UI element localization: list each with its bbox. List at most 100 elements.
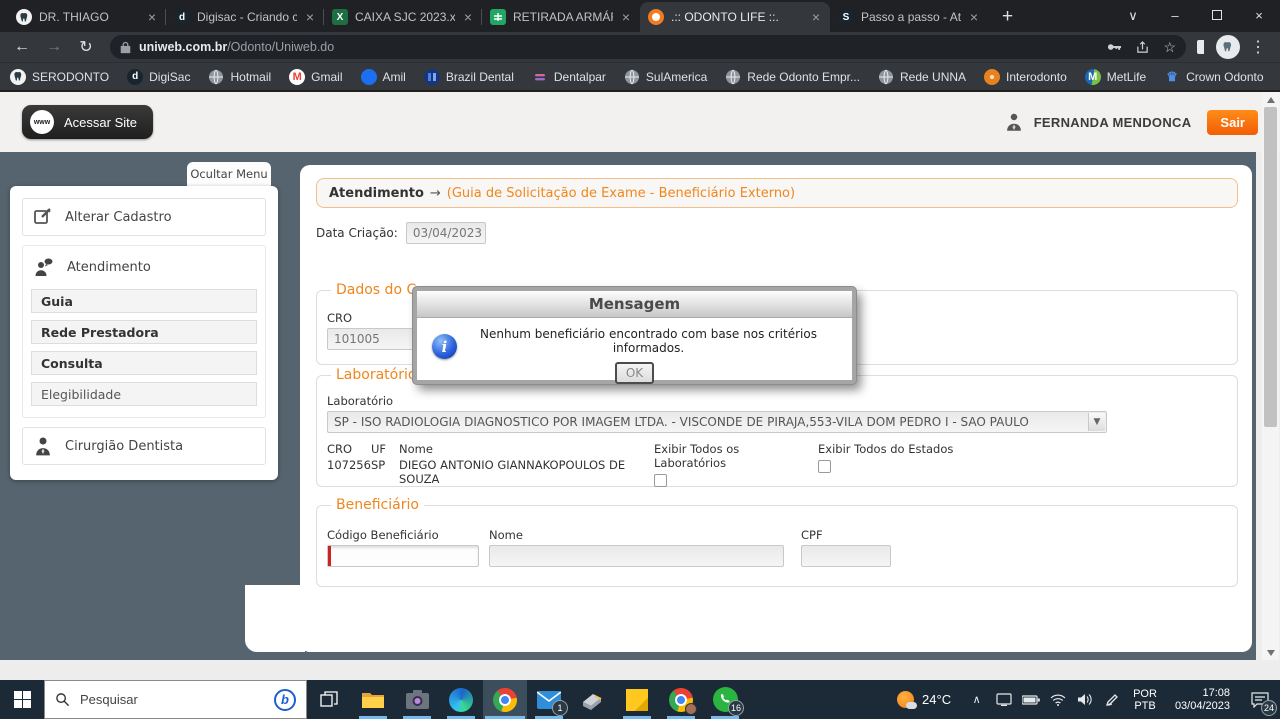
tray-chevron-up-icon[interactable]: ∧	[963, 693, 990, 706]
bookmark-dentalpar[interactable]: Dentalpar	[532, 69, 606, 85]
bookmark-sulamerica[interactable]: SulAmerica	[624, 69, 707, 85]
chevron-down-icon[interactable]: ▼	[1088, 413, 1105, 431]
edit-icon	[33, 207, 53, 227]
sticky-notes-button[interactable]	[615, 680, 659, 719]
edge-button[interactable]	[439, 680, 483, 719]
bookmark-gmail[interactable]: M Gmail	[289, 68, 343, 85]
window-minimize-button[interactable]: –	[1154, 0, 1196, 32]
language-indicator[interactable]: POR PTB	[1125, 688, 1165, 712]
notification-center-button[interactable]: 24	[1240, 680, 1280, 719]
close-icon[interactable]: ×	[462, 9, 474, 25]
nome-input[interactable]	[489, 545, 784, 567]
sidebar-item-label: Atendimento	[67, 259, 151, 275]
battery-icon[interactable]	[1017, 694, 1044, 705]
tooth-favicon-icon	[16, 9, 32, 25]
sidebar-item-label: Cirurgião Dentista	[65, 438, 184, 454]
sidebar-item-cirurgiao-dentista[interactable]: Cirurgião Dentista	[22, 427, 266, 465]
tab-retirada-armario[interactable]: RETIRADA ARMÁRIO - ×	[481, 2, 640, 32]
sair-button[interactable]: Sair	[1207, 109, 1258, 135]
bookmark-rede-unna[interactable]: Rede UNNA	[878, 69, 966, 85]
bookmark-star-icon[interactable]: ☆	[1163, 39, 1176, 56]
task-view-button[interactable]	[307, 680, 351, 719]
forward-button[interactable]: →	[40, 38, 68, 56]
bookmark-amil[interactable]: Amil	[360, 68, 406, 85]
bookmark-hotmail[interactable]: Hotmail	[208, 69, 271, 85]
close-icon[interactable]: ×	[968, 9, 980, 25]
password-key-icon[interactable]	[1107, 42, 1122, 52]
globe-favicon-icon	[208, 69, 224, 85]
cpf-input[interactable]	[801, 545, 891, 567]
scanner-app-button[interactable]	[571, 680, 615, 719]
start-button[interactable]	[0, 680, 44, 719]
share-icon[interactable]	[1136, 40, 1149, 54]
close-icon[interactable]: ×	[146, 9, 158, 25]
codigo-beneficiario-input[interactable]	[327, 545, 479, 567]
back-button[interactable]: ←	[8, 38, 36, 56]
whatsapp-button[interactable]: 16	[703, 680, 747, 719]
bookmark-serodonto[interactable]: SERODONTO	[10, 68, 109, 85]
breadcrumb-arrow-icon: →	[429, 185, 441, 201]
menu-icon[interactable]: ⋮	[1244, 37, 1272, 57]
site-header: www Acessar Site FERNANDA MENDONCA Sair	[0, 92, 1280, 152]
digisac-favicon-icon: d	[174, 9, 190, 25]
bing-icon[interactable]: b	[274, 688, 296, 711]
dialog-title[interactable]: Mensagem	[417, 291, 852, 318]
bookmark-rede-odonto[interactable]: Rede Odonto Empr...	[725, 69, 860, 85]
chrome-profile-button[interactable]	[659, 680, 703, 719]
sidebar-item-elegibilidade[interactable]: Elegibilidade	[31, 382, 257, 406]
sidebar-item-guia[interactable]: Guia	[31, 289, 257, 313]
globe-favicon-icon	[624, 69, 640, 85]
content-panel-corner	[245, 585, 305, 652]
weather-widget[interactable]: 24°C	[885, 691, 963, 709]
file-explorer-button[interactable]	[351, 680, 395, 719]
mail-button[interactable]: 1	[527, 680, 571, 719]
ocultar-menu-tab[interactable]: Ocultar Menu	[187, 162, 271, 186]
close-icon[interactable]: ×	[620, 9, 632, 25]
tab-digisac[interactable]: d Digisac - Criando cont ×	[165, 2, 324, 32]
tab-search-chevron-icon[interactable]: ∨	[1112, 0, 1154, 32]
sidebar-menu: Alterar Cadastro Atendimento Guia Rede P…	[10, 186, 278, 480]
tab-passo-a-passo[interactable]: S Passo a passo - Atend ×	[830, 2, 988, 32]
sidebar-item-alterar-cadastro[interactable]: Alterar Cadastro	[22, 198, 266, 236]
reload-button[interactable]: ↻	[72, 37, 100, 57]
chrome-button-active[interactable]	[483, 680, 527, 719]
bookmark-digisac[interactable]: d DigiSac	[127, 68, 190, 85]
wifi-icon[interactable]	[1044, 694, 1071, 706]
laboratorio-select[interactable]: SP - ISO RADIOLOGIA DIAGNOSTICO POR IMAG…	[327, 411, 1107, 433]
tab-odonto-life-active[interactable]: .:: ODONTO LIFE ::. ×	[640, 2, 830, 32]
scrollbar-thumb[interactable]	[1264, 107, 1277, 427]
tab-caixa-xlsx[interactable]: X CAIXA SJC 2023.xlsx - ×	[323, 2, 482, 32]
exibir-laboratorios-checkbox[interactable]	[654, 474, 667, 487]
bookmark-crown-odonto[interactable]: ♛ Crown Odonto	[1164, 69, 1263, 85]
exibir-estados-checkbox[interactable]	[818, 460, 831, 473]
user-icon	[1004, 111, 1024, 133]
acessar-site-button[interactable]: www Acessar Site	[22, 105, 153, 139]
taskbar-clock[interactable]: 17:08 03/04/2023	[1165, 687, 1240, 713]
profile-avatar[interactable]	[1216, 35, 1240, 59]
window-maximize-button[interactable]	[1196, 0, 1238, 32]
cast-icon[interactable]	[990, 693, 1017, 706]
scroll-down-arrow[interactable]	[1262, 645, 1279, 660]
close-icon[interactable]: ×	[304, 9, 316, 25]
bookmark-metlife[interactable]: M MetLife	[1084, 68, 1146, 85]
address-bar[interactable]: uniweb.com.br/Odonto/Uniweb.do ☆	[110, 35, 1186, 59]
vertical-scrollbar[interactable]	[1262, 92, 1279, 660]
volume-icon[interactable]	[1071, 693, 1098, 706]
new-tab-button[interactable]: +	[1002, 6, 1013, 28]
sidebar-item-consulta[interactable]: Consulta	[31, 351, 257, 375]
tab-dr-thiago[interactable]: DR. THIAGO ×	[8, 2, 166, 32]
window-close-button[interactable]: ×	[1238, 0, 1280, 32]
ok-button[interactable]: OK	[614, 362, 655, 384]
sidebar-item-atendimento[interactable]: Atendimento	[29, 252, 259, 282]
sidebar-item-rede-prestadora[interactable]: Rede Prestadora	[31, 320, 257, 344]
data-criacao-input[interactable]: 03/04/2023	[405, 222, 486, 244]
close-icon[interactable]: ×	[810, 9, 822, 25]
side-panel-icon[interactable]	[1196, 39, 1212, 55]
cpf-label: CPF	[801, 528, 823, 542]
scroll-up-arrow[interactable]	[1262, 92, 1279, 107]
pen-icon[interactable]	[1098, 693, 1125, 707]
camera-app-button[interactable]	[395, 680, 439, 719]
bookmark-interodonto[interactable]: Interodonto	[984, 68, 1067, 85]
bookmark-brazil-dental[interactable]: Brazil Dental	[423, 68, 514, 85]
taskbar-search-box[interactable]: Pesquisar b	[44, 680, 307, 719]
